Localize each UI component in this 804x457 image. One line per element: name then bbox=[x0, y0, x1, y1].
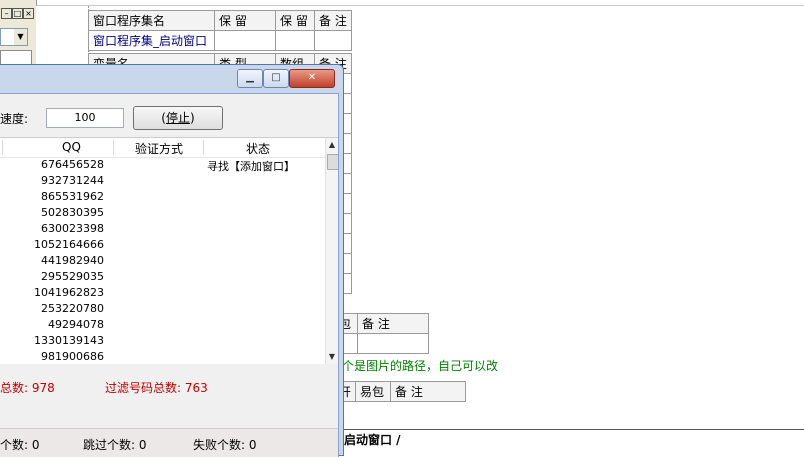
qq-number: 49294078 bbox=[48, 318, 104, 331]
chevron-down-icon[interactable]: ▼ bbox=[14, 29, 27, 45]
scroll-up-icon[interactable]: ▲ bbox=[326, 138, 338, 152]
qq-number: 502830395 bbox=[41, 206, 104, 219]
list-scrollbar[interactable]: ▲ ▼ bbox=[325, 138, 338, 364]
maximize-button[interactable]: □ bbox=[263, 69, 289, 88]
qq-number: 1052164666 bbox=[34, 238, 104, 251]
total-count: 总数: 978 bbox=[0, 379, 55, 396]
left-combo[interactable]: ▼ bbox=[0, 28, 28, 46]
bottom-tab-bar: 启动窗口 / bbox=[341, 429, 804, 447]
filtered-count: 过滤号码总数: 763 bbox=[105, 379, 208, 396]
list-item[interactable]: 49294078 bbox=[0, 318, 326, 334]
program-set-cell[interactable] bbox=[214, 30, 276, 51]
fail-status: 失败个数: 0 bbox=[193, 436, 257, 453]
list-item[interactable]: 865531962 bbox=[0, 190, 326, 206]
program-set-cell[interactable] bbox=[275, 30, 315, 51]
qq-list-rows: 676456528 寻找【添加窗口】 932731244 865531962 50283… bbox=[0, 158, 326, 364]
library-cell[interactable] bbox=[357, 333, 429, 354]
count-label: 个数: bbox=[0, 438, 29, 452]
qq-number: 676456528 bbox=[41, 158, 104, 171]
path-comment: 个是图片的路径，自己可以改 bbox=[342, 359, 499, 373]
speed-input[interactable]: 100 bbox=[46, 108, 124, 128]
dialog-title-bar[interactable]: ▁ □ ✕ bbox=[0, 65, 343, 90]
program-set-name-cell[interactable]: 窗口程序集_启动窗口 bbox=[88, 30, 215, 51]
program-set-header-note: 备 注 bbox=[314, 10, 352, 31]
column-separator[interactable] bbox=[203, 140, 204, 155]
scroll-down-icon[interactable]: ▼ bbox=[326, 350, 338, 364]
ide-top-strip bbox=[0, 0, 804, 6]
list-item[interactable]: 253220780 bbox=[0, 302, 326, 318]
program-set-header-name: 窗口程序集名 bbox=[88, 10, 215, 31]
list-item[interactable]: 1041962823 bbox=[0, 286, 326, 302]
skip-label: 跳过个数: bbox=[83, 438, 136, 452]
column-header-qq[interactable]: QQ bbox=[62, 140, 81, 154]
column-separator[interactable] bbox=[113, 140, 114, 155]
total-label: 总数: bbox=[0, 381, 29, 395]
qq-number: 865531962 bbox=[41, 190, 104, 203]
stop-button[interactable]: (停止) bbox=[133, 106, 223, 130]
count-status: 个数: 0 bbox=[0, 436, 40, 453]
qq-number: 441982940 bbox=[41, 254, 104, 267]
qq-number: 1330139143 bbox=[34, 334, 104, 347]
qq-verify-dialog: ▁ □ ✕ 速度: 100 (停止) QQ 验证方式 状态 676456528 寻… bbox=[0, 64, 344, 457]
speed-label: 速度: bbox=[0, 112, 29, 126]
tab-start-window[interactable]: 启动窗口 / bbox=[344, 431, 401, 448]
list-item[interactable]: 502830395 bbox=[0, 206, 326, 222]
count-value: 0 bbox=[31, 438, 40, 452]
list-item[interactable]: 441982940 bbox=[0, 254, 326, 270]
mdi-close-button[interactable]: × bbox=[23, 8, 34, 19]
dll-header-note: 备 注 bbox=[390, 381, 467, 402]
qq-number: 932731244 bbox=[41, 174, 104, 187]
status-strip: 个数: 0 跳过个数: 0 失败个数: 0 bbox=[0, 428, 338, 457]
qq-number: 1041962823 bbox=[34, 286, 104, 299]
library-header-note: 备 注 bbox=[357, 313, 429, 334]
fail-value: 0 bbox=[248, 438, 257, 452]
qq-list-header: QQ 验证方式 状态 bbox=[0, 138, 326, 158]
list-item[interactable]: 630023398 bbox=[0, 222, 326, 238]
library-table: 包 备 注 bbox=[334, 313, 429, 354]
skip-status: 跳过个数: 0 bbox=[83, 436, 147, 453]
dialog-body: 速度: 100 (停止) QQ 验证方式 状态 676456528 寻找【添加窗口… bbox=[0, 93, 339, 457]
qq-list[interactable]: QQ 验证方式 状态 676456528 寻找【添加窗口】 932731244 865… bbox=[0, 137, 338, 364]
program-set-header-reserve1: 保 留 bbox=[214, 10, 276, 31]
mdi-restore-button[interactable]: □ bbox=[12, 8, 23, 19]
qq-number: 253220780 bbox=[41, 302, 104, 315]
list-item[interactable]: 295529035 bbox=[0, 270, 326, 286]
list-item[interactable]: 1330139143 bbox=[0, 334, 326, 350]
column-header-verify[interactable]: 验证方式 bbox=[135, 140, 183, 157]
total-value: 978 bbox=[31, 381, 55, 395]
list-item[interactable]: 932731244 bbox=[0, 174, 326, 190]
fail-label: 失败个数: bbox=[193, 438, 246, 452]
qq-number: 981900686 bbox=[41, 350, 104, 363]
mdi-minimize-button[interactable]: – bbox=[1, 8, 12, 19]
dll-header-epkg: 易包 bbox=[355, 381, 392, 402]
dll-table: 开 易包 备 注 bbox=[333, 381, 467, 402]
stop-button-label: 停止 bbox=[165, 111, 190, 125]
filtered-label: 过滤号码总数: bbox=[105, 381, 182, 395]
minimize-button[interactable]: ▁ bbox=[237, 69, 263, 88]
list-item[interactable]: 1052164666 bbox=[0, 238, 326, 254]
row-status: 寻找【添加窗口】 bbox=[207, 160, 295, 173]
qq-number: 630023398 bbox=[41, 222, 104, 235]
program-set-table: 窗口程序集名 保 留 保 留 备 注 窗口程序集_启动窗口 bbox=[88, 10, 352, 51]
close-button[interactable]: ✕ bbox=[289, 69, 335, 88]
column-separator bbox=[2, 140, 3, 155]
skip-value: 0 bbox=[138, 438, 147, 452]
program-set-cell[interactable] bbox=[314, 30, 352, 51]
column-header-status[interactable]: 状态 bbox=[246, 140, 270, 157]
list-item[interactable]: 676456528 寻找【添加窗口】 bbox=[0, 158, 326, 174]
qq-number: 295529035 bbox=[41, 270, 104, 283]
program-set-header-reserve2: 保 留 bbox=[275, 10, 315, 31]
filtered-value: 763 bbox=[184, 381, 208, 395]
list-item[interactable]: 981900686 bbox=[0, 350, 326, 364]
scroll-thumb[interactable] bbox=[327, 154, 338, 170]
